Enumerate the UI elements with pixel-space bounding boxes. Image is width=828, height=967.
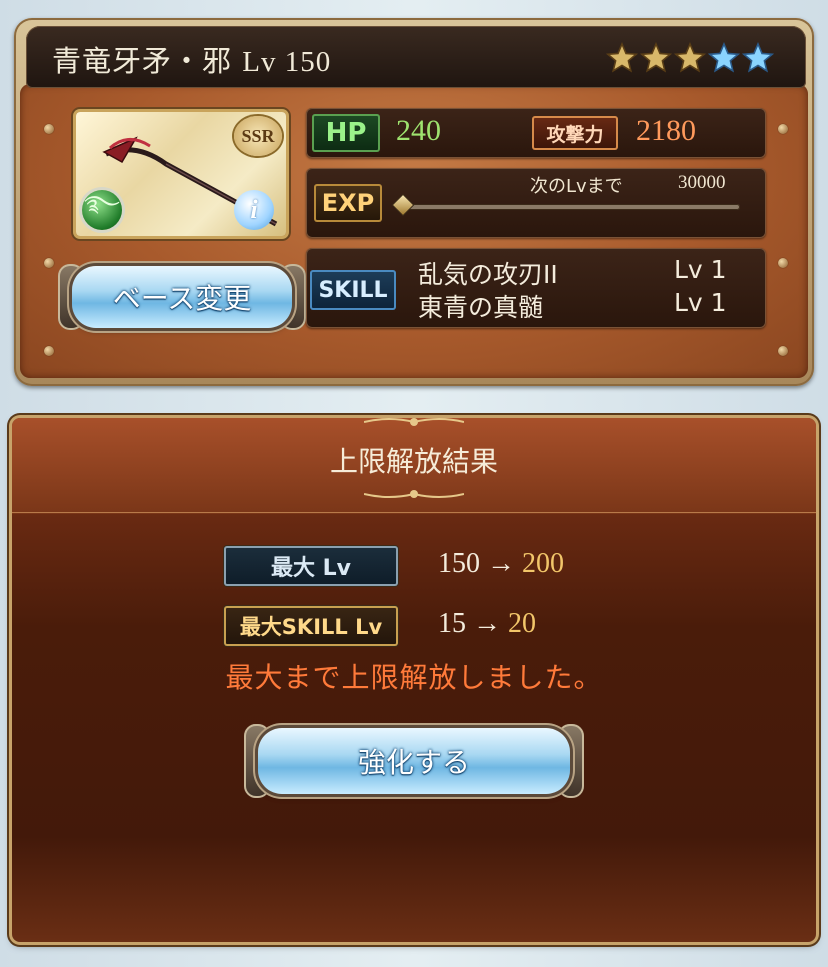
ornament-icon — [364, 418, 464, 426]
info-icon[interactable]: i — [234, 190, 274, 230]
skill-name[interactable]: 東青の真髄 — [418, 288, 543, 324]
hp-label: HP — [312, 114, 380, 152]
next-level-exp-value: 30000 — [678, 172, 726, 193]
uncap-complete-notice: 最大まで上限解放しました。 — [225, 661, 603, 694]
max-level-old: 150 — [438, 548, 480, 579]
star-filled-icon — [674, 42, 706, 73]
arrow-icon: → — [487, 548, 515, 579]
max-level-change: 150 → 200 — [438, 548, 564, 580]
rivet-icon — [44, 346, 54, 356]
rarity-badge: SSR — [234, 116, 282, 156]
star-filled-icon — [606, 42, 638, 73]
base-change-button[interactable]: ベース変更 — [72, 266, 292, 328]
max-skill-new: 20 — [508, 608, 536, 639]
rivet-icon — [44, 258, 54, 268]
weapon-name-text: 青竜牙矛・邪 — [52, 44, 233, 78]
rivet-icon — [778, 258, 788, 268]
attack-label: 攻撃力 — [532, 116, 618, 150]
star-blue-icon — [708, 42, 740, 73]
next-level-label: 次のLvまで — [530, 176, 623, 197]
exp-progress-bar — [404, 204, 740, 210]
rivet-icon — [44, 124, 54, 134]
divider — [12, 512, 816, 513]
max-level-label: 最大 Lv — [224, 546, 398, 586]
skill-name[interactable]: 乱気の攻刃II — [418, 255, 558, 291]
max-skill-level-change: 15 → 20 — [438, 608, 536, 640]
result-dialog-title: 上限解放結果 — [329, 445, 498, 478]
max-skill-level-label: 最大SKILL Lv — [224, 606, 398, 646]
enhance-button[interactable]: 強化する — [258, 728, 570, 794]
arrow-icon: → — [473, 608, 501, 639]
skill-label: SKILL — [310, 270, 396, 310]
exp-label: EXP — [314, 184, 382, 222]
skill-level: Lv 1 — [674, 255, 727, 284]
rivet-icon — [778, 124, 788, 134]
wind-element-icon: ࿐ — [82, 190, 122, 230]
weapon-name: 青竜牙矛・邪 Lv 150 — [52, 38, 331, 80]
max-skill-old: 15 — [438, 608, 466, 639]
rivet-icon — [778, 346, 788, 356]
max-level-new: 200 — [522, 548, 564, 579]
star-filled-icon — [640, 42, 672, 73]
uncap-stars — [606, 42, 774, 74]
attack-value: 2180 — [636, 114, 696, 147]
hp-value: 240 — [396, 114, 441, 147]
weapon-level: Lv 150 — [242, 46, 332, 78]
star-blue-icon — [742, 42, 774, 73]
skill-level: Lv 1 — [674, 288, 727, 317]
ornament-icon — [364, 490, 464, 498]
